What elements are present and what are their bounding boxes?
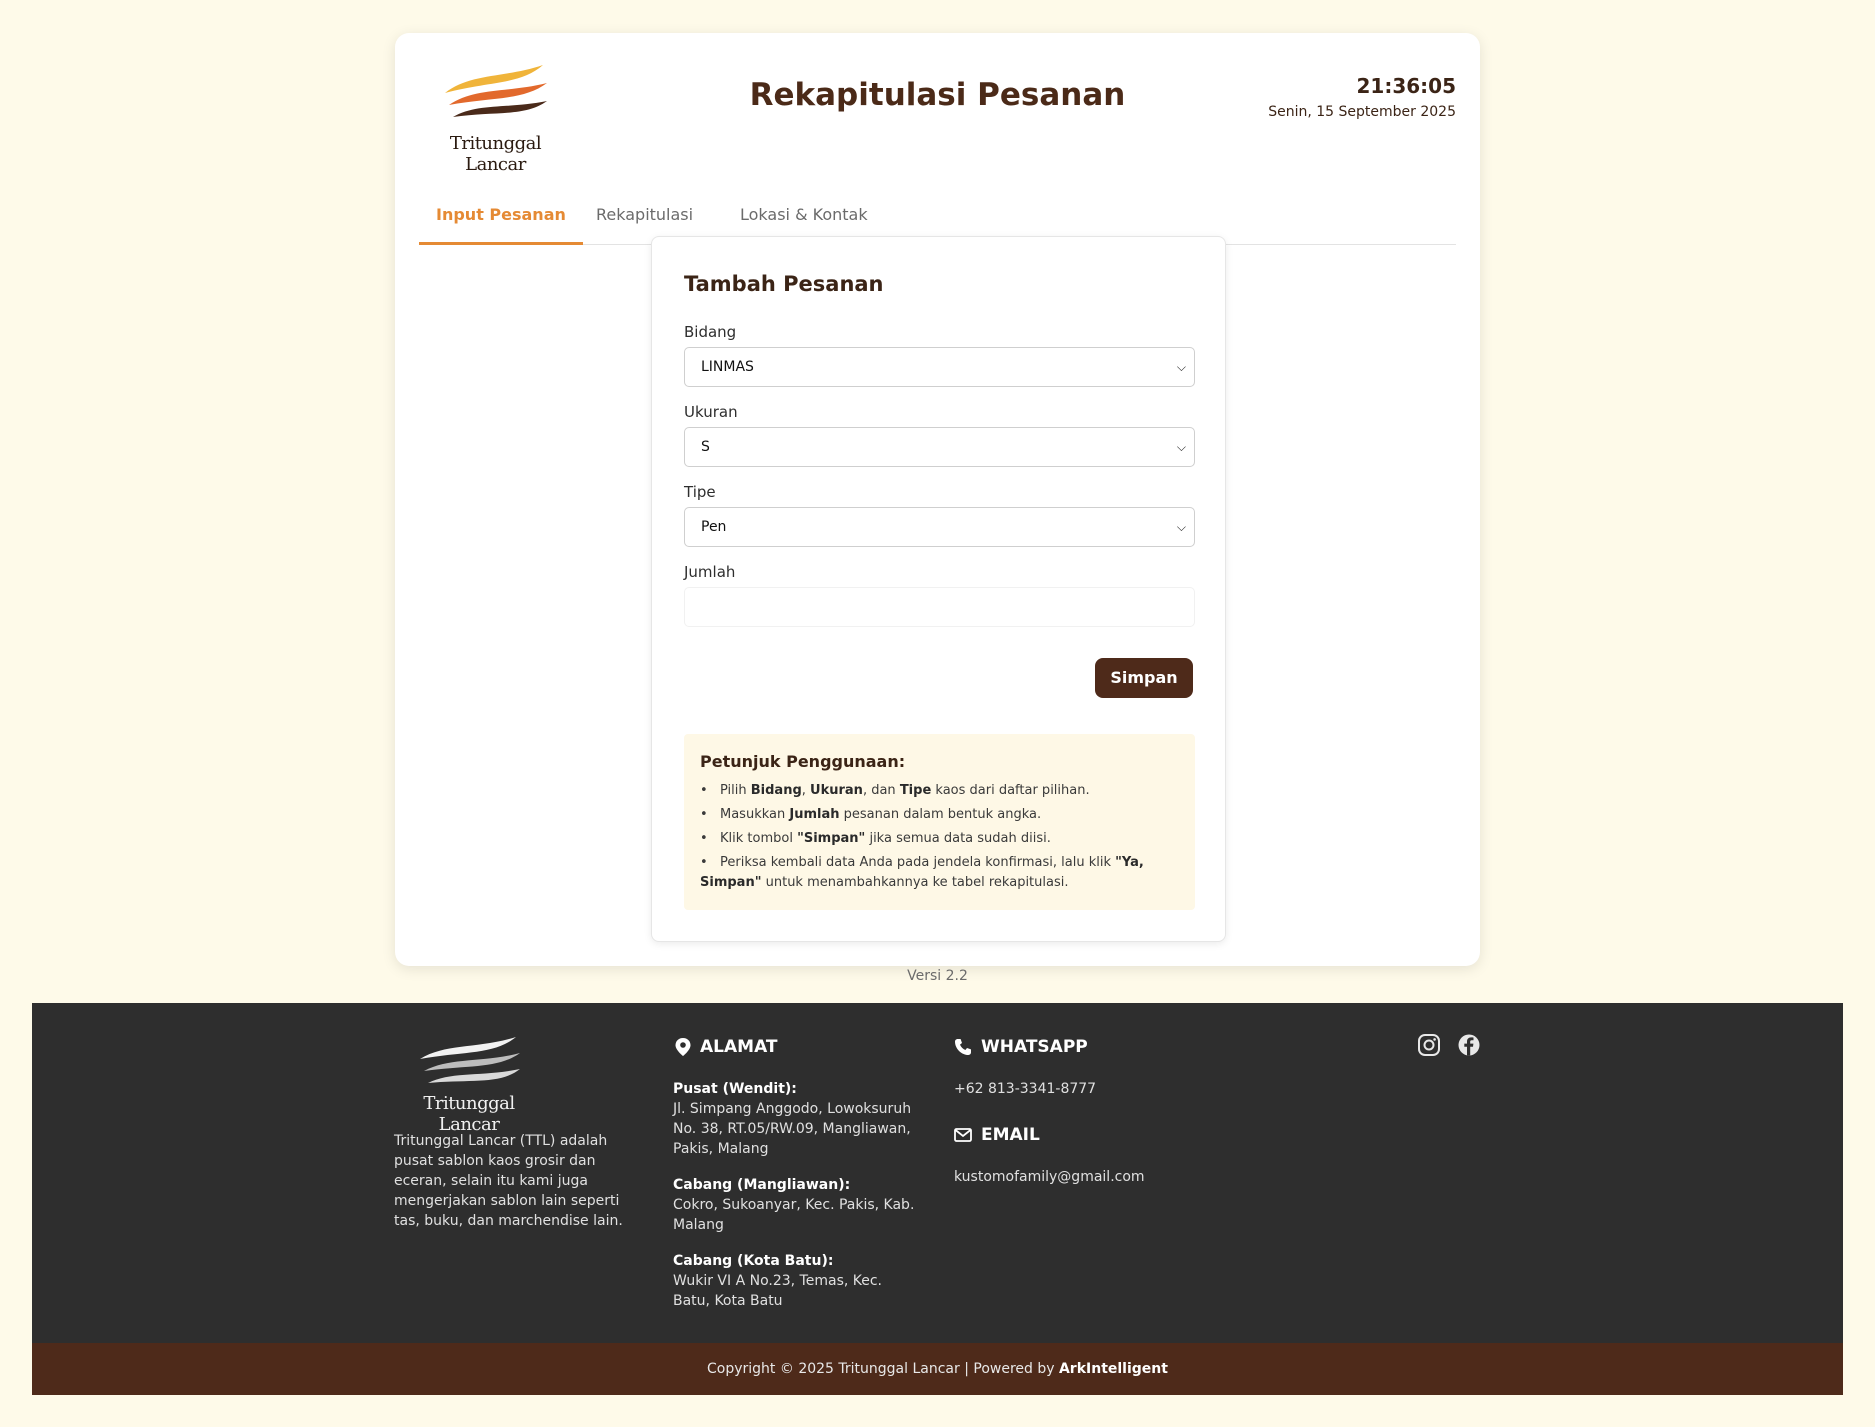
version-label: Versi 2.2: [907, 968, 968, 984]
tipe-select[interactable]: Pen ⌵: [684, 507, 1195, 547]
clock-date: Senin, 15 September 2025: [1268, 104, 1456, 120]
guide-item: Periksa kembali data Anda pada jendela k…: [700, 853, 1179, 893]
phone-icon: [955, 1039, 971, 1055]
whatsapp-number[interactable]: +62 813-3341-8777: [954, 1079, 1199, 1099]
copyright-bar: Copyright © 2025 Tritunggal Lancar | Pow…: [32, 1343, 1843, 1395]
tab-input-pesanan[interactable]: Input Pesanan: [419, 193, 583, 245]
address-name: Cabang (Kota Batu):: [673, 1253, 834, 1269]
bidang-value: LINMAS: [701, 359, 754, 375]
whatsapp-heading-label: WHATSAPP: [981, 1037, 1088, 1057]
chevron-down-icon: ⌵: [1176, 520, 1186, 534]
tipe-value: Pen: [701, 519, 727, 535]
tipe-label: Tipe: [684, 483, 716, 501]
guide-item: Masukkan Jumlah pesanan dalam bentuk ang…: [700, 805, 1179, 825]
location-pin-icon: [675, 1038, 691, 1056]
simpan-button[interactable]: Simpan: [1095, 658, 1193, 698]
address-detail: Wukir VI A No.23, Temas, Kec. Batu, Kota…: [673, 1273, 883, 1309]
address-heading-label: ALAMAT: [700, 1037, 778, 1057]
address-detail: Cokro, Sukoanyar, Kec. Pakis, Kab. Malan…: [673, 1197, 915, 1233]
jumlah-label: Jumlah: [684, 563, 736, 581]
mail-icon: [954, 1128, 972, 1142]
footer: Tritunggal Lancar Tritunggal Lancar (TTL…: [32, 1003, 1843, 1343]
brand-name: Tritunggal Lancar: [449, 133, 542, 175]
copyright-text: Copyright © 2025 Tritunggal Lancar | Pow…: [707, 1361, 1059, 1377]
ukuran-select[interactable]: S ⌵: [684, 427, 1195, 467]
clock: 21:36:05 Senin, 15 September 2025: [1268, 74, 1456, 120]
clock-time: 21:36:05: [1356, 74, 1457, 98]
footer-logo[interactable]: Tritunggal Lancar: [394, 1033, 544, 1135]
form-title: Tambah Pesanan: [684, 272, 884, 296]
ukuran-value: S: [701, 439, 710, 455]
guide-list: Pilih Bidang, Ukuran, dan Tipe kaos dari…: [700, 781, 1179, 893]
address-name: Pusat (Wendit):: [673, 1081, 797, 1097]
chevron-down-icon: ⌵: [1176, 440, 1186, 454]
bidang-select[interactable]: LINMAS ⌵: [684, 347, 1195, 387]
guide-item: Pilih Bidang, Ukuran, dan Tipe kaos dari…: [700, 781, 1179, 801]
address-kota-batu: Cabang (Kota Batu): Wukir VI A No.23, Te…: [673, 1251, 918, 1311]
guide-item: Klik tombol "Simpan" jika semua data sud…: [700, 829, 1179, 849]
usage-guide: Petunjuk Penggunaan: Pilih Bidang, Ukura…: [684, 734, 1195, 910]
main-card: Tritunggal Lancar Rekapitulasi Pesanan 2…: [395, 33, 1480, 966]
instagram-icon[interactable]: [1417, 1033, 1441, 1057]
chevron-down-icon: ⌵: [1176, 360, 1186, 374]
address-mangliawan: Cabang (Mangliawan): Cokro, Sukoanyar, K…: [673, 1175, 918, 1235]
address-pusat: Pusat (Wendit): Jl. Simpang Anggodo, Low…: [673, 1079, 918, 1159]
address-detail: Jl. Simpang Anggodo, Lowoksuruh No. 38, …: [673, 1101, 912, 1157]
footer-about: Tritunggal Lancar (TTL) adalah pusat sab…: [394, 1133, 623, 1229]
facebook-icon[interactable]: [1457, 1033, 1481, 1057]
email-address[interactable]: kustomofamily@gmail.com: [954, 1167, 1199, 1187]
guide-title: Petunjuk Penggunaan:: [700, 752, 906, 771]
ukuran-label: Ukuran: [684, 403, 738, 421]
jumlah-input[interactable]: [684, 587, 1195, 627]
address-name: Cabang (Mangliawan):: [673, 1177, 851, 1193]
order-form-panel: Tambah Pesanan Bidang LINMAS ⌵ Ukuran S …: [651, 236, 1226, 942]
whatsapp-heading: WHATSAPP: [954, 1037, 1088, 1057]
address-heading: ALAMAT: [675, 1037, 778, 1057]
powered-by-link[interactable]: ArkIntelligent: [1059, 1361, 1168, 1377]
email-heading: EMAIL: [954, 1125, 1040, 1145]
footer-brand-name: Tritunggal Lancar: [423, 1093, 515, 1135]
bidang-label: Bidang: [684, 323, 737, 341]
brand-wave-icon: [420, 1037, 520, 1083]
email-heading-label: EMAIL: [981, 1125, 1040, 1145]
